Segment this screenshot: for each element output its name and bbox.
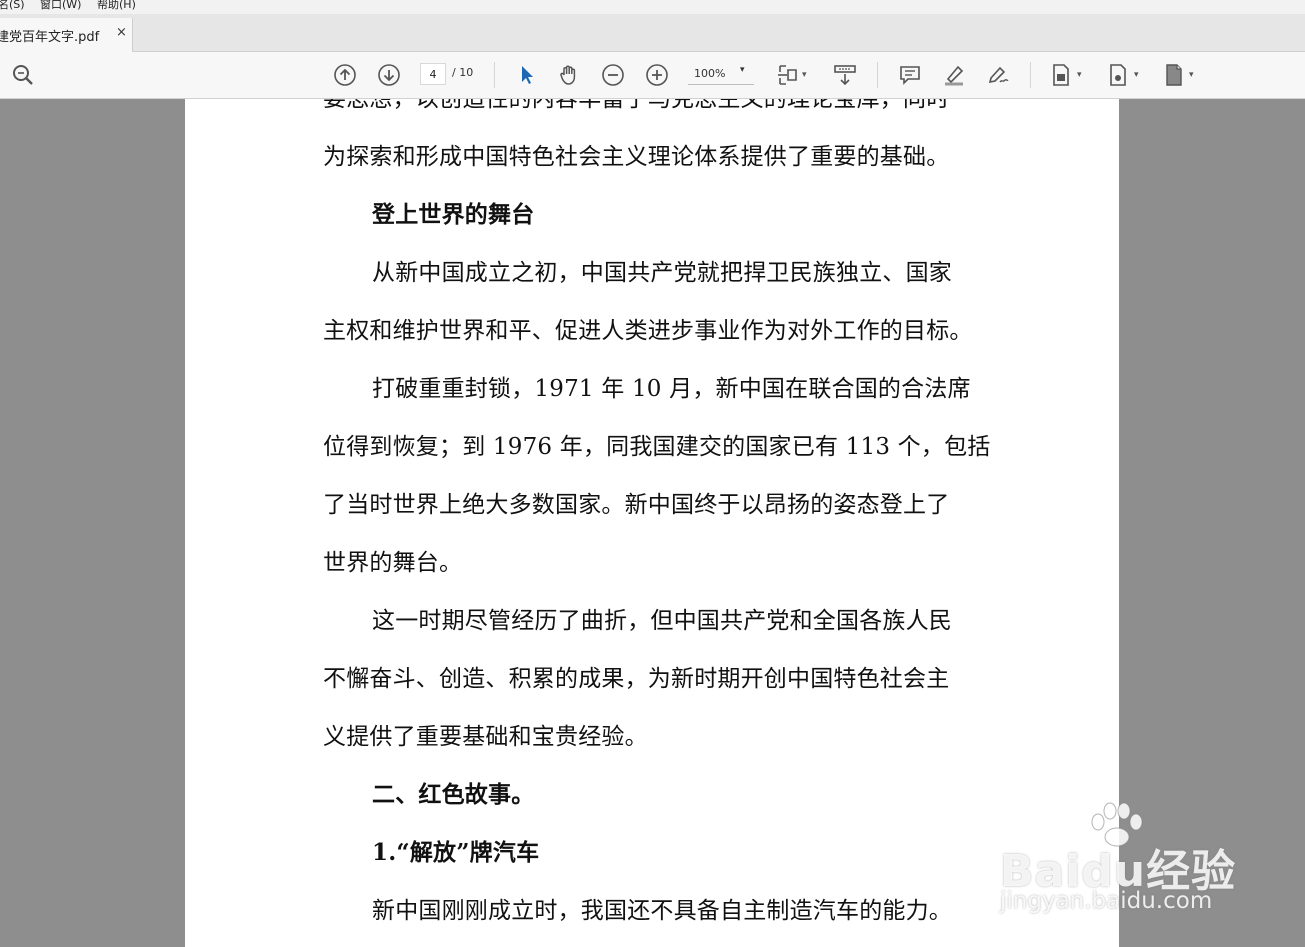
menu-item-help[interactable]: 帮助(H): [97, 0, 136, 11]
menu-bar: 名(S) 窗口(W) 帮助(H): [0, 0, 1305, 14]
paragraph-line: 世界的舞台。: [323, 550, 463, 576]
search-zoom-icon[interactable]: [10, 62, 36, 88]
paragraph-line: 主权和维护世界和平、促进人类进步事业作为对外工作的目标。: [323, 318, 973, 344]
zoom-in-icon[interactable]: [644, 62, 670, 88]
paragraph-line: 为探索和形成中国特色社会主义理论体系提供了重要的基础。: [323, 144, 950, 170]
prev-page-icon[interactable]: [332, 62, 358, 88]
export-page-icon[interactable]: [1105, 62, 1131, 88]
next-page-icon[interactable]: [376, 62, 402, 88]
read-mode-icon[interactable]: [832, 62, 858, 88]
toolbar-divider: [494, 62, 495, 88]
highlight-icon[interactable]: [941, 62, 967, 88]
document-viewport[interactable]: 要思想，以创造性的内容丰富了马克思主义的理论宝库，同时 为探索和形成中国特色社会…: [0, 99, 1305, 947]
zoom-select[interactable]: 100% ▾: [688, 63, 754, 85]
paragraph-line: 打破重重封锁，1971 年 10 月，新中国在联合国的合法席: [372, 376, 971, 402]
paragraph-line: 新中国刚刚成立时，我国还不具备自主制造汽车的能力。: [372, 898, 952, 924]
paragraph-line: 不懈奋斗、创造、积累的成果，为新时期开创中国特色社会主: [323, 666, 950, 692]
toolbar-divider: [1030, 62, 1031, 88]
subsection-heading: 1.“解放”牌汽车: [372, 839, 540, 866]
chevron-down-icon[interactable]: ▾: [1134, 70, 1139, 80]
toolbar: 4 / 10 100% ▾ ▾ ▾ ▾ ▾: [0, 52, 1305, 99]
paragraph-line: 了当时世界上绝大多数国家。新中国终于以昂扬的姿态登上了: [323, 492, 950, 518]
fit-page-icon[interactable]: [774, 62, 800, 88]
paragraph-line: 从新中国成立之初，中国共产党就把捍卫民族独立、国家: [372, 260, 952, 286]
document-tab[interactable]: 建党百年文字.pdf ×: [0, 18, 133, 52]
section-heading: 登上世界的舞台: [372, 201, 535, 228]
pdf-page: 要思想，以创造性的内容丰富了马克思主义的理论宝库，同时 为探索和形成中国特色社会…: [185, 99, 1119, 947]
menu-item-sign[interactable]: 名(S): [0, 0, 25, 11]
chevron-down-icon[interactable]: ▾: [1189, 70, 1194, 80]
zoom-value: 100%: [694, 67, 726, 80]
zoom-out-icon[interactable]: [600, 62, 626, 88]
file-icon[interactable]: [1161, 62, 1187, 88]
paragraph-line: 义提供了重要基础和宝贵经验。: [323, 724, 648, 750]
section-heading: 二、红色故事。: [372, 781, 535, 808]
toolbar-divider: [877, 62, 878, 88]
comment-icon[interactable]: [897, 62, 923, 88]
sign-icon[interactable]: [985, 62, 1011, 88]
menu-item-window[interactable]: 窗口(W): [40, 0, 81, 11]
page-tool-icon[interactable]: [1048, 62, 1074, 88]
tab-bar: 建党百年文字.pdf ×: [0, 14, 1305, 52]
document-tab-title: 建党百年文字.pdf: [0, 30, 100, 45]
select-arrow-icon[interactable]: [513, 62, 539, 88]
chevron-down-icon[interactable]: ▾: [1077, 70, 1082, 80]
page-total: / 10: [452, 66, 474, 79]
hand-tool-icon[interactable]: [556, 62, 582, 88]
paragraph-line: 位得到恢复；到 1976 年，同我国建交的国家已有 113 个，包括: [323, 434, 991, 460]
paragraph-line: 这一时期尽管经历了曲折，但中国共产党和全国各族人民: [372, 608, 952, 634]
close-tab-icon[interactable]: ×: [116, 25, 127, 40]
chevron-down-icon: ▾: [740, 65, 745, 75]
page-number-input[interactable]: 4: [420, 63, 446, 85]
paragraph-line: 要思想，以创造性的内容丰富了马克思主义的理论宝库，同时: [323, 99, 950, 112]
chevron-down-icon[interactable]: ▾: [802, 70, 807, 80]
